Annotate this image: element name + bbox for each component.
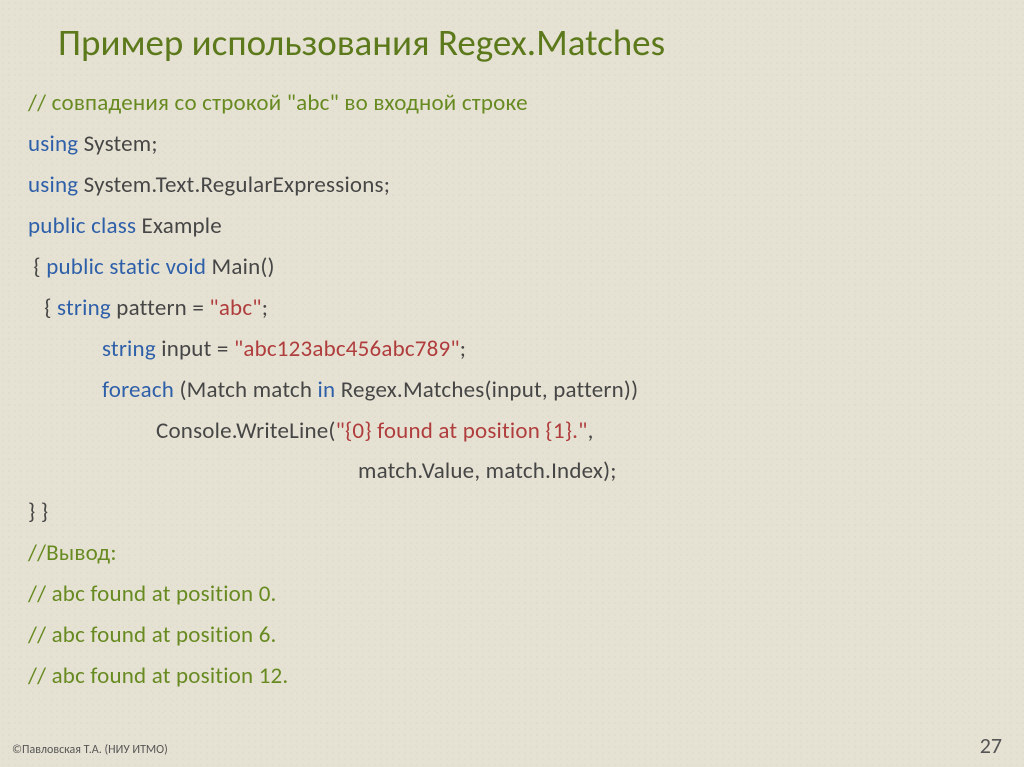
code-line: Console.WriteLine("{0} found at position… [28,411,1000,452]
code-text: { [28,253,46,281]
code-text: Main() [206,253,275,281]
footer-copyright: ©Павловская Т.А. (НИУ ИТМО) [12,743,168,757]
code-line: public class Example [28,206,1000,247]
code-text: ; [262,294,268,322]
code-text: (Match match [174,376,317,404]
code-line: // abc found at position 6. [28,615,1000,656]
keyword: in [318,376,336,404]
keyword: using [28,171,78,199]
keyword: string [102,335,156,363]
code-line: { public static void Main() [28,247,1000,288]
keyword: public static void [46,253,206,281]
code-text: match.Value, match.Index); [358,457,617,485]
code-line: // совпадения со строкой "abc" во входно… [28,83,1000,124]
string-literal: "abc" [209,294,261,322]
keyword: public class [28,212,136,240]
code-line: using System; [28,124,1000,165]
code-line: match.Value, match.Index); [28,451,1000,492]
code-line: string input = "abc123abc456abc789"; [28,329,1000,370]
string-literal: "abc123abc456abc789" [234,335,460,363]
keyword: using [28,130,78,158]
code-text: { [28,294,57,322]
string-literal: "{0} found at position {1}." [336,417,588,445]
code-line: using System.Text.RegularExpressions; [28,165,1000,206]
code-text: Console.WriteLine( [156,417,336,445]
comment: // abc found at position 12. [28,662,288,690]
code-line: // abc found at position 0. [28,574,1000,615]
comment: // совпадения со строкой "abc" во входно… [28,89,528,117]
code-text: System.Text.RegularExpressions; [78,171,390,199]
code-line: foreach (Match match in Regex.Matches(in… [28,370,1000,411]
comment: //Вывод: [28,539,117,567]
comment: // abc found at position 0. [28,580,277,608]
comment: // abc found at position 6. [28,621,277,649]
code-line: // abc found at position 12. [28,656,1000,697]
keyword: string [57,294,111,322]
code-text: input = [156,335,234,363]
code-line: } } [28,492,1000,533]
slide-title: Пример использования Regex.Matches [58,20,1000,65]
page-number: 27 [980,732,1002,759]
code-line: //Вывод: [28,533,1000,574]
code-text: , [588,417,594,445]
code-text: pattern = [111,294,210,322]
slide: Пример использования Regex.Matches // со… [0,0,1024,767]
code-text: Example [136,212,222,240]
code-text: System; [78,130,157,158]
code-line: { string pattern = "abc"; [28,288,1000,329]
code-text: Regex.Matches(input, pattern)) [335,376,638,404]
code-block: // совпадения со строкой "abc" во входно… [28,83,1000,697]
code-text: ; [460,335,466,363]
keyword: foreach [102,376,174,404]
code-text: } } [28,498,48,526]
